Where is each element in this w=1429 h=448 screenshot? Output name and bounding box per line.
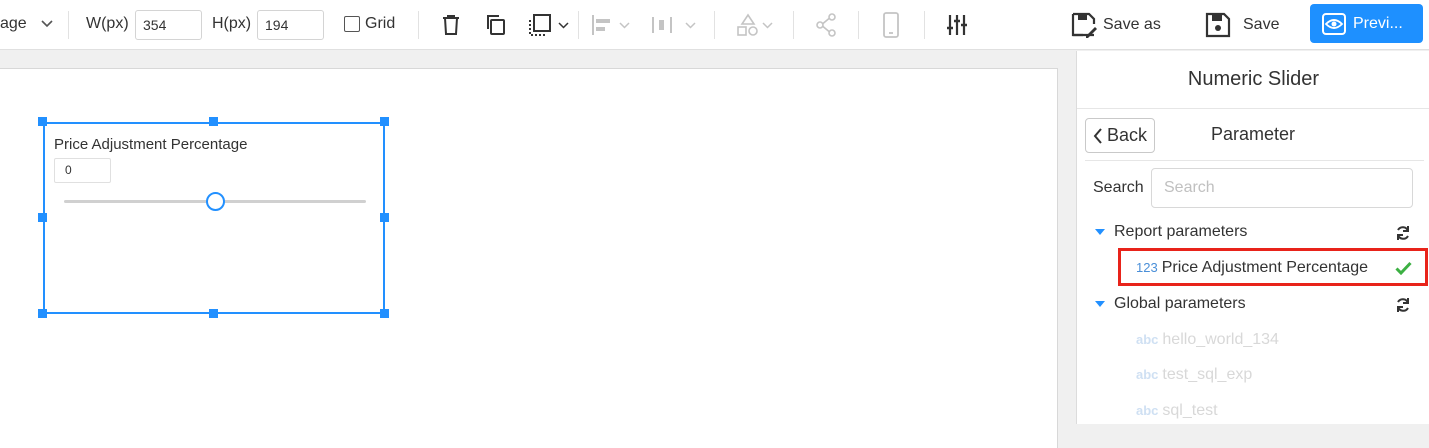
back-button[interactable]: Back	[1085, 118, 1155, 153]
slider-label: Price Adjustment Percentage	[54, 136, 248, 153]
page-select-label: age	[0, 15, 27, 32]
numeric-slider-widget[interactable]: Price Adjustment Percentage 0	[43, 122, 385, 314]
mobile-icon	[883, 12, 899, 38]
separator	[793, 11, 794, 39]
eye-icon	[1322, 12, 1346, 35]
chevron-down-icon	[685, 21, 696, 29]
resize-handle-top[interactable]	[209, 117, 218, 126]
resize-handle-bottom-right[interactable]	[380, 309, 389, 318]
properties-panel: Numeric Slider Back Parameter Search Sea…	[1076, 51, 1429, 424]
save-icon	[1205, 12, 1231, 38]
share-icon	[816, 13, 836, 37]
copy-button[interactable]	[485, 10, 506, 40]
mobile-button[interactable]	[882, 10, 900, 40]
param-name: Price Adjustment Percentage	[1161, 259, 1369, 276]
type-badge: abc	[1136, 403, 1159, 418]
distribute-icon	[652, 17, 672, 33]
height-label: H(px)	[212, 15, 252, 32]
shapes-button[interactable]	[736, 10, 773, 40]
save-as-icon	[1071, 12, 1097, 38]
grid-label: Grid	[365, 15, 396, 32]
panel-title: Numeric Slider	[1187, 68, 1320, 90]
layer-button[interactable]	[528, 10, 569, 40]
width-input[interactable]: 354	[135, 10, 202, 40]
align-left-button[interactable]	[591, 10, 630, 40]
chevron-down-icon	[558, 21, 569, 29]
save-label: Save	[1243, 16, 1280, 33]
save-as-label: Save as	[1103, 16, 1161, 33]
separator	[924, 11, 925, 39]
delete-button[interactable]	[441, 10, 461, 40]
divider	[1085, 160, 1424, 161]
separator	[68, 11, 69, 39]
chevron-down-icon	[619, 21, 630, 29]
resize-handle-top-left[interactable]	[38, 117, 47, 126]
slider-value-input[interactable]: 0	[54, 158, 111, 183]
param-item[interactable]: abc test_sql_exp	[1136, 366, 1252, 384]
type-badge: abc	[1136, 367, 1159, 382]
page-select[interactable]: age	[0, 15, 53, 33]
trash-icon	[443, 15, 459, 35]
resize-handle-left[interactable]	[38, 213, 47, 222]
chevron-left-icon	[1093, 127, 1102, 144]
save-button[interactable]: Save	[1205, 10, 1279, 40]
param-name: hello_world_134	[1162, 331, 1279, 348]
group-label: Global parameters	[1114, 295, 1246, 312]
back-label: Back	[1106, 125, 1148, 145]
search-input[interactable]: Search	[1151, 168, 1413, 208]
grid-toggle[interactable]: Grid	[344, 15, 395, 33]
shapes-icon	[737, 13, 758, 36]
toolbar: age W(px) 354 H(px) 194 Grid Save as Sav…	[0, 0, 1429, 50]
save-as-button[interactable]: Save as	[1070, 10, 1161, 40]
layer-icon	[529, 14, 551, 36]
param-item[interactable]: 123 Price Adjustment Percentage	[1136, 259, 1368, 277]
search-label: Search	[1093, 179, 1144, 196]
height-input[interactable]: 194	[257, 10, 324, 40]
type-badge: 123	[1136, 260, 1158, 275]
param-name: sql_test	[1162, 402, 1218, 419]
caret-down-icon	[1095, 301, 1105, 307]
param-item[interactable]: abc hello_world_134	[1136, 331, 1279, 349]
check-icon	[1395, 261, 1412, 275]
preview-label: Previ...	[1353, 14, 1403, 32]
slider-thumb[interactable]	[205, 192, 225, 211]
type-badge: abc	[1136, 332, 1159, 347]
separator	[418, 11, 419, 39]
align-left-icon	[592, 15, 610, 35]
group-label: Report parameters	[1114, 223, 1248, 240]
slider-track[interactable]	[64, 192, 366, 211]
resize-handle-top-right[interactable]	[380, 117, 389, 126]
refresh-icon[interactable]	[1395, 225, 1411, 241]
settings-button[interactable]	[945, 10, 969, 40]
preview-button[interactable]: Previ...	[1310, 4, 1423, 43]
sliders-icon	[947, 15, 967, 35]
group-report-parameters[interactable]: Report parameters	[1095, 223, 1247, 241]
caret-down-icon	[1095, 229, 1105, 235]
grid-checkbox[interactable]	[344, 16, 360, 32]
chevron-down-icon	[41, 20, 53, 28]
chevron-down-icon	[762, 21, 773, 29]
param-name: test_sql_exp	[1162, 366, 1253, 383]
resize-handle-bottom-left[interactable]	[38, 309, 47, 318]
share-button[interactable]	[815, 10, 837, 40]
width-label: W(px)	[86, 15, 129, 32]
refresh-icon[interactable]	[1395, 297, 1411, 313]
group-global-parameters[interactable]: Global parameters	[1095, 295, 1246, 313]
panel-subtitle: Parameter	[1210, 124, 1296, 144]
divider	[1077, 108, 1429, 109]
separator	[578, 11, 579, 39]
resize-handle-right[interactable]	[380, 213, 389, 222]
separator	[714, 11, 715, 39]
copy-icon	[487, 15, 505, 35]
separator	[858, 11, 859, 39]
resize-handle-bottom[interactable]	[209, 309, 218, 318]
param-item[interactable]: abc sql_test	[1136, 402, 1218, 420]
distribute-button[interactable]	[651, 10, 696, 40]
